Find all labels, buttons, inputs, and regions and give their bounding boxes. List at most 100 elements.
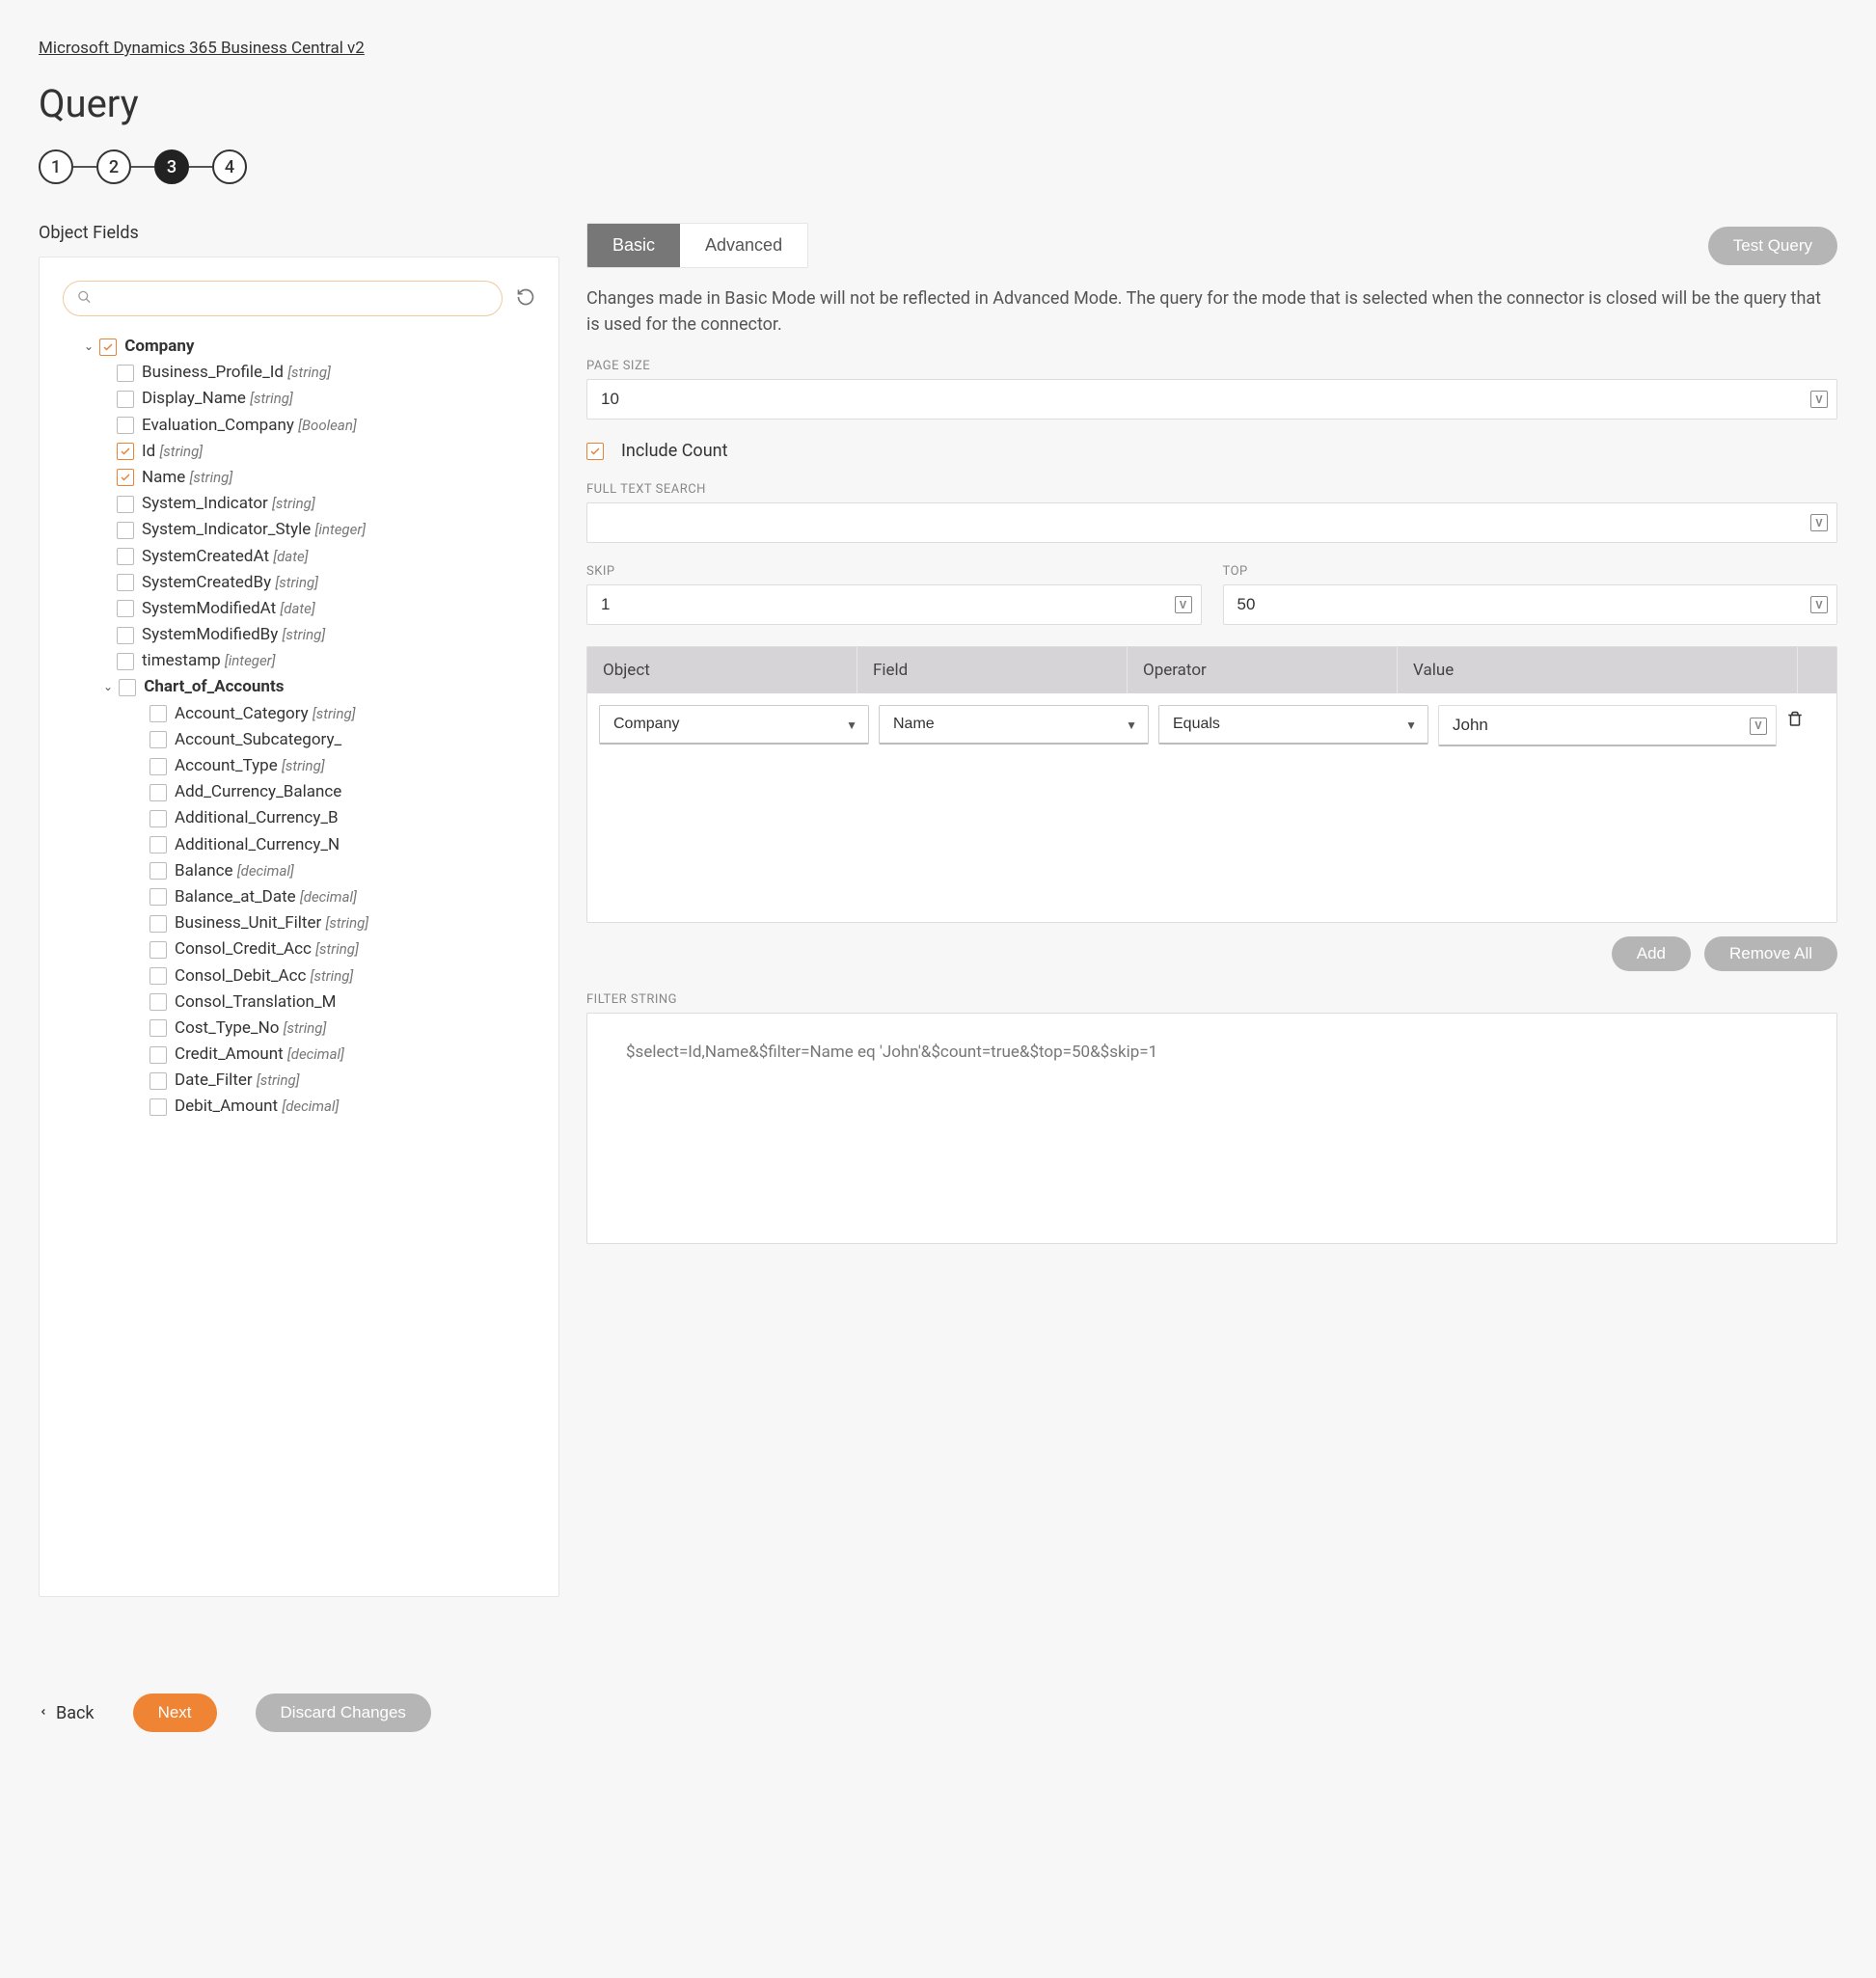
tree-node[interactable]: SystemCreatedAt [date] [63, 544, 535, 570]
object-fields-panel: ⌄ CompanyBusiness_Profile_Id [string]Dis… [39, 257, 559, 1597]
field-checkbox[interactable] [117, 548, 134, 565]
caret-down-icon[interactable]: ⌄ [101, 678, 115, 696]
page-size-input[interactable] [586, 379, 1837, 420]
field-checkbox[interactable] [150, 862, 167, 880]
search-input[interactable] [102, 291, 486, 308]
search-input-wrap[interactable] [63, 281, 503, 316]
field-checkbox[interactable] [117, 600, 134, 617]
top-label: TOP [1223, 564, 1838, 579]
field-checkbox[interactable] [150, 993, 167, 1011]
field-checkbox[interactable] [117, 627, 134, 644]
field-checkbox[interactable] [150, 941, 167, 959]
tree-node[interactable]: Additional_Currency_B [63, 805, 535, 831]
tree-node[interactable]: Balance_at_Date [decimal] [63, 884, 535, 910]
add-filter-button[interactable]: Add [1612, 936, 1691, 971]
refresh-icon[interactable] [516, 287, 535, 311]
field-checkbox[interactable] [150, 810, 167, 827]
field-checkbox[interactable] [150, 915, 167, 933]
tree-node[interactable]: System_Indicator [string] [63, 491, 535, 517]
tree-node[interactable]: Consol_Credit_Acc [string] [63, 936, 535, 962]
tree-node[interactable]: Add_Currency_Balance [63, 779, 535, 805]
step-3[interactable]: 3 [154, 149, 189, 184]
field-checkbox[interactable] [117, 391, 134, 408]
tree-node[interactable]: Consol_Debit_Acc [string] [63, 963, 535, 989]
tree-node[interactable]: Date_Filter [string] [63, 1068, 535, 1094]
tree-node[interactable]: Balance [decimal] [63, 858, 535, 884]
field-checkbox[interactable] [150, 1072, 167, 1090]
tree-node[interactable]: Account_Subcategory_ [63, 727, 535, 753]
breadcrumb[interactable]: Microsoft Dynamics 365 Business Central … [39, 39, 365, 58]
include-count-checkbox[interactable] [586, 443, 604, 460]
tab-basic[interactable]: Basic [587, 224, 680, 267]
variable-icon[interactable]: V [1810, 514, 1828, 531]
search-icon [77, 289, 92, 308]
tree-node[interactable]: Consol_Translation_M [63, 989, 535, 1016]
tree-node[interactable]: Account_Category [string] [63, 701, 535, 727]
delete-filter-button[interactable] [1786, 705, 1825, 732]
variable-icon[interactable]: V [1750, 718, 1767, 735]
skip-input[interactable] [586, 584, 1202, 625]
variable-icon[interactable]: V [1810, 596, 1828, 613]
object-fields-title: Object Fields [39, 223, 559, 243]
next-button[interactable]: Next [133, 1693, 217, 1732]
tree-node[interactable]: Business_Profile_Id [string] [63, 360, 535, 386]
field-checkbox[interactable] [117, 653, 134, 670]
field-checkbox[interactable] [117, 443, 134, 460]
tree-node-company[interactable]: ⌄ Company [63, 334, 535, 360]
field-checkbox[interactable] [117, 417, 134, 434]
field-checkbox[interactable] [150, 967, 167, 985]
top-input[interactable] [1223, 584, 1838, 625]
tree-node[interactable]: SystemCreatedBy [string] [63, 570, 535, 596]
mode-info-text: Changes made in Basic Mode will not be r… [586, 285, 1837, 338]
tree-node[interactable]: timestamp [integer] [63, 648, 535, 674]
tree-node[interactable]: Credit_Amount [decimal] [63, 1042, 535, 1068]
tree-node[interactable]: Additional_Currency_N [63, 832, 535, 858]
field-checkbox[interactable] [150, 836, 167, 854]
tree-node[interactable]: Name [string] [63, 465, 535, 491]
variable-icon[interactable]: V [1175, 596, 1192, 613]
step-2[interactable]: 2 [96, 149, 131, 184]
test-query-button[interactable]: Test Query [1708, 227, 1837, 265]
tree-node[interactable]: Evaluation_Company [Boolean] [63, 413, 535, 439]
variable-icon[interactable]: V [1810, 391, 1828, 408]
field-checkbox[interactable] [150, 705, 167, 722]
filter-value-input[interactable] [1438, 705, 1777, 746]
tab-advanced[interactable]: Advanced [680, 224, 807, 267]
field-checkbox[interactable] [117, 574, 134, 591]
tree-node[interactable]: Cost_Type_No [string] [63, 1016, 535, 1042]
caret-down-icon[interactable]: ⌄ [82, 338, 95, 356]
field-checkbox[interactable] [150, 1019, 167, 1037]
full-text-input[interactable] [586, 502, 1837, 543]
tree-node[interactable]: System_Indicator_Style [integer] [63, 517, 535, 543]
tree-node[interactable]: Account_Type [string] [63, 753, 535, 779]
tree-node[interactable]: Business_Unit_Filter [string] [63, 910, 535, 936]
field-checkbox[interactable] [117, 496, 134, 513]
filter-field-select[interactable] [879, 705, 1149, 745]
filter-object-select[interactable] [599, 705, 869, 745]
back-button[interactable]: Back [39, 1703, 95, 1723]
filter-operator-select[interactable] [1158, 705, 1428, 745]
tree-node[interactable]: SystemModifiedBy [string] [63, 622, 535, 648]
field-checkbox[interactable] [150, 1046, 167, 1064]
tree-node-chart-of-accounts[interactable]: ⌄ Chart_of_Accounts [63, 674, 535, 700]
field-checkbox[interactable] [117, 365, 134, 382]
field-checkbox[interactable] [150, 888, 167, 906]
field-checkbox[interactable] [119, 679, 136, 696]
step-1[interactable]: 1 [39, 149, 73, 184]
filter-header-value: Value [1398, 647, 1798, 693]
step-line [73, 166, 96, 168]
field-checkbox[interactable] [150, 1098, 167, 1116]
tree-node[interactable]: SystemModifiedAt [date] [63, 596, 535, 622]
tree-node[interactable]: Id [string] [63, 439, 535, 465]
field-checkbox[interactable] [117, 469, 134, 486]
remove-all-filters-button[interactable]: Remove All [1704, 936, 1837, 971]
field-checkbox[interactable] [117, 522, 134, 539]
tree-node[interactable]: Debit_Amount [decimal] [63, 1094, 535, 1120]
step-4[interactable]: 4 [212, 149, 247, 184]
tree-node[interactable]: Display_Name [string] [63, 386, 535, 412]
field-checkbox[interactable] [99, 339, 117, 356]
discard-changes-button[interactable]: Discard Changes [256, 1693, 431, 1732]
field-checkbox[interactable] [150, 784, 167, 801]
field-checkbox[interactable] [150, 731, 167, 748]
field-checkbox[interactable] [150, 758, 167, 775]
